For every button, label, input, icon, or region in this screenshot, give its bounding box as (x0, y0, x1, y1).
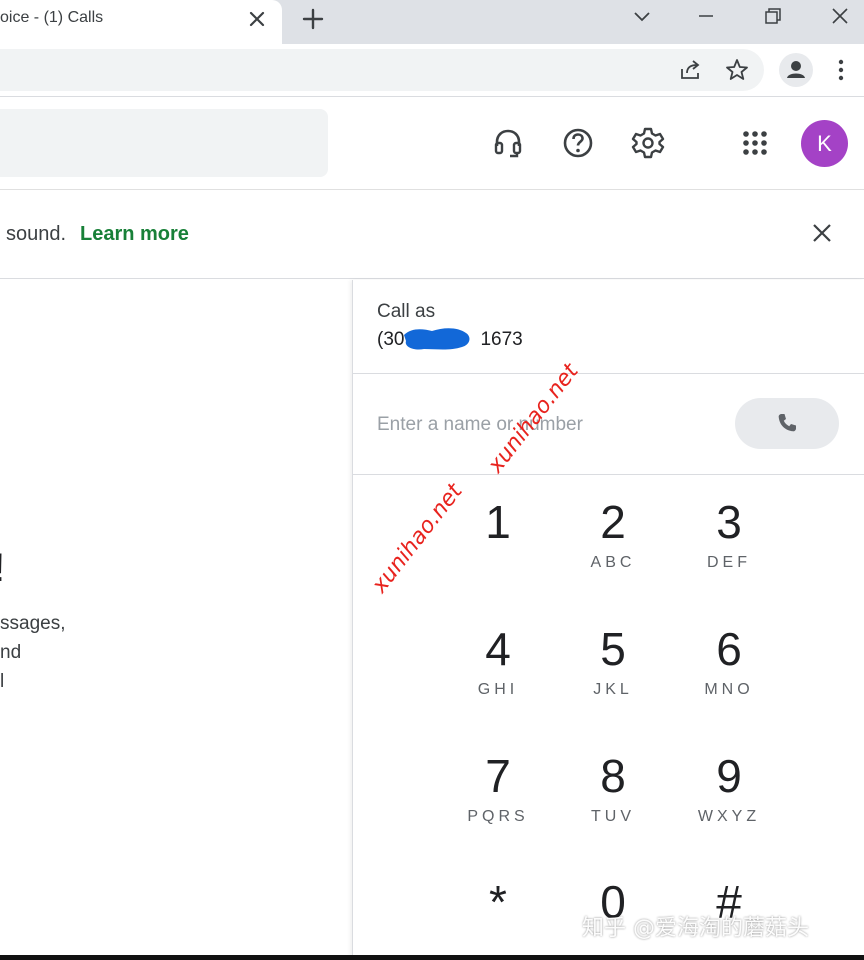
key-digit: 9 (716, 750, 742, 802)
help-icon[interactable] (561, 126, 595, 160)
headset-icon[interactable] (491, 126, 525, 160)
dialer-panel: Call as (301673 1 2 ABC 3 DE (352, 280, 864, 960)
address-bar[interactable] (0, 49, 764, 91)
dial-key-3[interactable]: 3 DEF (681, 494, 777, 594)
call-as-number-suffix: 1673 (480, 329, 523, 350)
welcome-heading: ! (0, 546, 5, 591)
key-letters: ABC (590, 554, 636, 571)
minimize-icon[interactable] (694, 4, 718, 28)
share-icon[interactable] (678, 57, 704, 83)
key-digit: 4 (485, 623, 511, 675)
key-letters: TUV (591, 808, 635, 825)
account-avatar[interactable]: K (801, 120, 848, 167)
divider (353, 373, 864, 374)
dial-key-9[interactable]: 9 WXYZ (681, 748, 777, 848)
tab-search-chevron-down-icon[interactable] (630, 4, 654, 28)
apps-grid-icon[interactable] (738, 126, 772, 160)
banner-close-icon[interactable] (810, 221, 834, 245)
dial-key-7[interactable]: 7 PQRS (450, 748, 546, 848)
key-letters: JKL (593, 681, 633, 698)
search-input[interactable] (0, 109, 328, 177)
kebab-menu-icon[interactable] (828, 57, 854, 83)
phone-icon (778, 414, 796, 432)
key-digit: * (489, 876, 507, 928)
profile-icon (787, 61, 805, 78)
welcome-text-line: ssages, (0, 613, 66, 634)
call-button[interactable] (735, 398, 839, 449)
key-digit: 5 (600, 623, 626, 675)
key-letters: GHI (477, 681, 519, 698)
dial-key-2[interactable]: 2 ABC (565, 494, 661, 594)
browser-tab-calls[interactable]: oice - (1) Calls (0, 0, 282, 44)
dial-key-8[interactable]: 8 TUV (565, 748, 661, 848)
key-digit: 3 (716, 496, 742, 548)
dial-key-5[interactable]: 5 JKL (565, 621, 661, 721)
key-digit: 6 (716, 623, 742, 675)
app-header: K (0, 98, 864, 190)
zhihu-watermark: 知乎 @爱海淘的蘑菇头 (582, 916, 809, 941)
browser-toolbar (0, 44, 864, 97)
learn-more-link[interactable]: Learn more (80, 223, 189, 246)
settings-gear-icon[interactable] (631, 126, 665, 160)
key-digit: 8 (600, 750, 626, 802)
restore-icon[interactable] (761, 4, 785, 28)
tab-close-icon[interactable] (246, 8, 268, 30)
notification-banner: sound. Learn more (0, 191, 864, 279)
key-digit: 7 (485, 750, 511, 802)
dial-key-star[interactable]: * (450, 874, 546, 960)
window-close-icon[interactable] (828, 4, 852, 28)
profile-button[interactable] (779, 53, 813, 87)
welcome-text-line: nd (0, 642, 22, 663)
dial-key-6[interactable]: 6 MNO (681, 621, 777, 721)
key-letters: PQRS (467, 808, 529, 825)
new-tab-plus-icon[interactable] (300, 6, 326, 32)
star-icon[interactable] (724, 57, 750, 83)
browser-tab-strip: oice - (1) Calls (0, 0, 864, 44)
welcome-text-line: l (0, 671, 5, 692)
tab-title: oice - (1) Calls (0, 9, 104, 26)
bottom-edge-bar (0, 955, 864, 960)
key-letters: WXYZ (697, 808, 761, 825)
key-digit: 2 (600, 496, 626, 548)
key-letters: MNO (704, 681, 754, 698)
dial-key-1[interactable]: 1 (450, 494, 546, 594)
divider (353, 474, 864, 475)
call-as-label: Call as (377, 301, 436, 322)
key-letters: DEF (707, 554, 751, 571)
dial-key-4[interactable]: 4 GHI (450, 621, 546, 721)
redaction-scribble (404, 328, 470, 350)
screenshot-root: oice - (1) Calls K sound. Learn more ssa… (0, 0, 864, 960)
key-digit: 1 (485, 496, 511, 548)
banner-text: sound. (6, 223, 67, 245)
